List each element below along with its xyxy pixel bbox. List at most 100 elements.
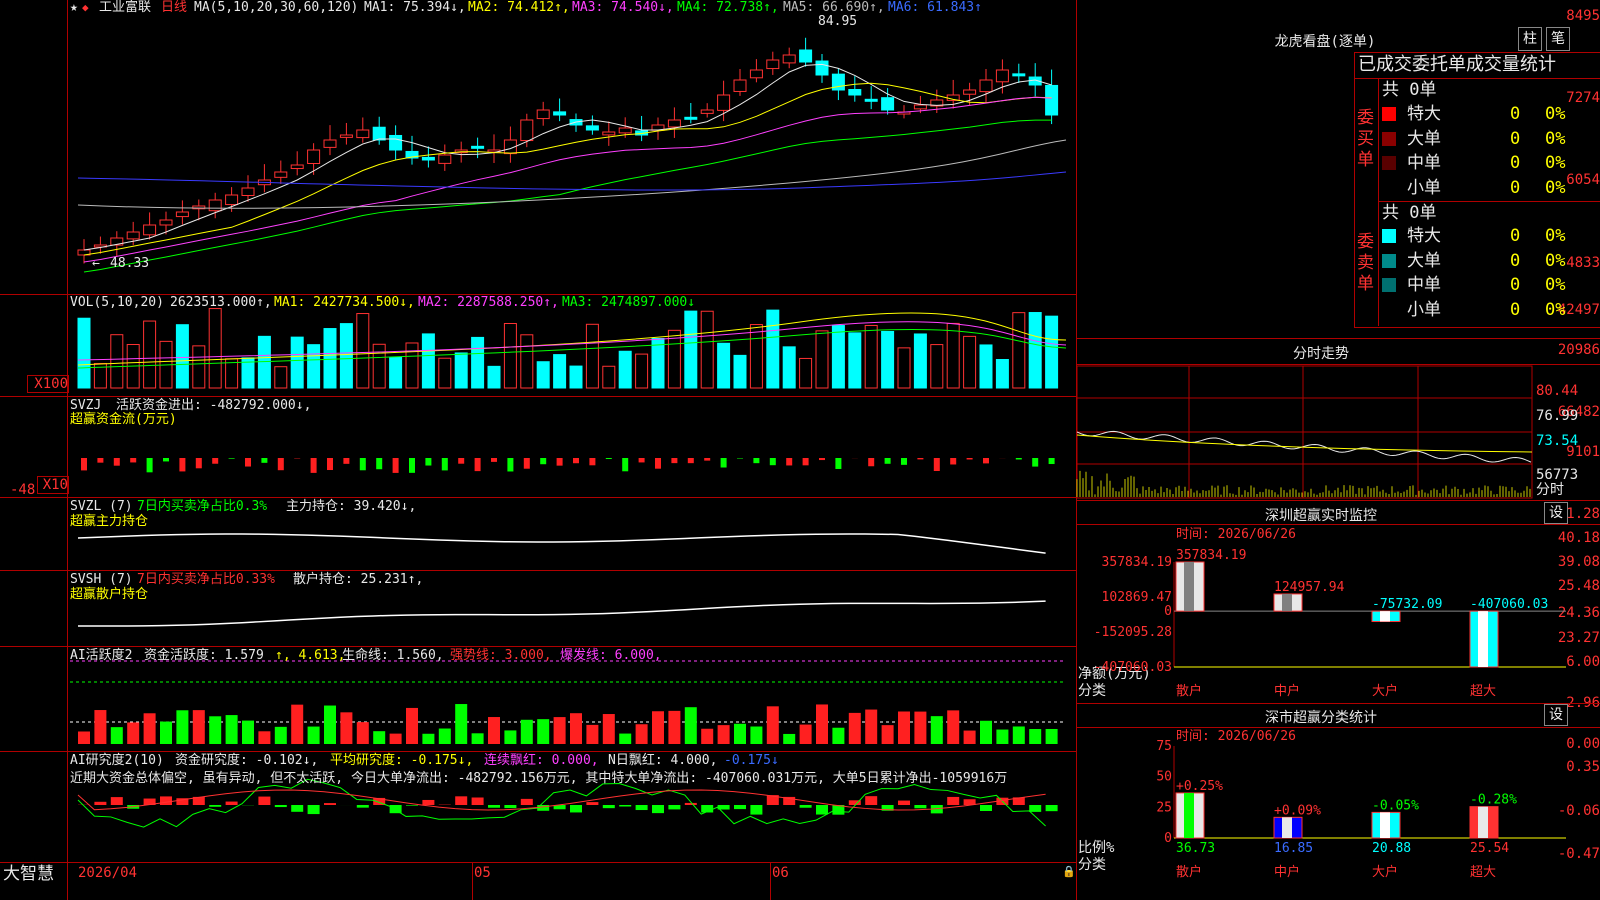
- legend-swatch: [1382, 278, 1396, 292]
- row-label: 中单: [1407, 153, 1441, 173]
- row-percent: 0%: [1545, 250, 1566, 271]
- rt-axis-label: -152095.28: [1094, 625, 1172, 640]
- volume-bar: [651, 337, 665, 389]
- ma2-value: MA2: 74.412↑,: [468, 0, 570, 15]
- volume-bar: [684, 310, 698, 389]
- research-bar: [684, 802, 697, 805]
- row-label: 特大: [1407, 226, 1441, 246]
- row-percent: 0%: [1545, 128, 1566, 149]
- row-percent: 0%: [1545, 177, 1566, 198]
- research-bar: [209, 805, 222, 807]
- flow-bar: [441, 458, 448, 471]
- ai-research-axis: -0.47: [1557, 846, 1600, 862]
- svsh-sub: 超赢散户持仓: [70, 587, 149, 602]
- tick-mode-button[interactable]: 笔: [1546, 27, 1570, 51]
- research-bar: [816, 805, 828, 815]
- activity-bar: [307, 726, 320, 744]
- volume-bar: [995, 359, 1009, 389]
- candle-body: [848, 89, 862, 96]
- research-bar: [668, 805, 681, 810]
- research-bar: [619, 805, 632, 807]
- volume-bar: [1028, 312, 1042, 389]
- research-bar: [455, 796, 468, 805]
- lock-icon[interactable]: 🔒: [1062, 864, 1076, 879]
- ma6-line: [77, 171, 1067, 191]
- flow-bar: [327, 458, 333, 471]
- flow-bar: [392, 458, 399, 473]
- flow-bar: [212, 458, 219, 464]
- row-count: 0: [1510, 128, 1521, 149]
- flow-bar: [884, 458, 891, 464]
- row-count: 0: [1510, 153, 1521, 173]
- candle-body: [553, 111, 567, 116]
- row-percent: 0%: [1545, 104, 1566, 124]
- cl-change-label: +0.25%: [1176, 779, 1223, 794]
- classify-time: 时间: 2026/06/26: [1176, 729, 1296, 744]
- activity-bar: [1045, 728, 1058, 744]
- row-label: 大单: [1407, 128, 1441, 149]
- legend-swatch: [1382, 253, 1396, 268]
- svzl-pos: 主力持仓: 39.420↓,: [286, 499, 417, 514]
- brand-logo[interactable]: 大智慧: [3, 864, 54, 884]
- realtime-title: 深圳超赢实时监控: [1265, 508, 1377, 524]
- candle-body: [913, 104, 927, 110]
- classify-settings-button[interactable]: 设: [1544, 704, 1568, 726]
- volume-bar: [1012, 312, 1026, 389]
- volume-bar: [110, 334, 124, 389]
- flow-bar: [409, 458, 415, 473]
- realtime-ylabel: 净额(万元): [1078, 666, 1151, 682]
- ai-active-axis: 6.00: [1566, 654, 1600, 670]
- ma2-line: [83, 82, 1052, 256]
- ai-research-nred: N日飘红: 4.000,: [608, 753, 718, 768]
- activity-bar: [160, 721, 172, 744]
- activity-bar: [225, 715, 238, 744]
- flow-bar: [589, 458, 596, 466]
- candle-body: [372, 126, 386, 141]
- ai-research-streak: 连续飘红: 0.000,: [484, 753, 599, 768]
- activity-bar: [848, 712, 861, 744]
- activity-bar: [963, 730, 976, 744]
- activity-bar: [94, 710, 107, 744]
- realtime-settings-button[interactable]: 设: [1544, 502, 1568, 524]
- candle-body: [782, 54, 796, 64]
- candle-body: [389, 134, 403, 151]
- sep-intraday: [1076, 364, 1600, 365]
- cl-change-label: +0.09%: [1274, 803, 1321, 818]
- rt-category: 超大: [1470, 684, 1496, 699]
- flow-bar: [425, 458, 432, 466]
- date-label: 2026/04: [78, 865, 138, 881]
- sep-intraday: [1076, 338, 1600, 339]
- volume-bar: [389, 356, 403, 389]
- volume-bar: [323, 328, 337, 389]
- research-bar: [570, 805, 582, 813]
- cl-value-label: 20.88: [1372, 841, 1411, 856]
- flow-bar: [802, 458, 809, 466]
- period-label[interactable]: 日线: [161, 0, 187, 15]
- lhb-title: 龙虎看盘(逐单): [1274, 34, 1376, 50]
- svsh-axis: 25.48: [1557, 578, 1600, 594]
- research-bar: [799, 805, 812, 808]
- candle-body: [864, 98, 878, 102]
- volume-bar: [208, 308, 222, 389]
- cl-bar: [1371, 811, 1401, 839]
- volume-bar: [930, 344, 944, 389]
- volume-bar: [700, 310, 714, 389]
- ma3-line: [83, 96, 1052, 263]
- date-label: 05: [474, 865, 491, 881]
- activity-bar: [471, 733, 484, 744]
- activity-bar: [340, 712, 353, 744]
- activity-bar: [209, 716, 222, 744]
- star-icon[interactable]: ★: [70, 0, 78, 15]
- activity-bar: [143, 713, 156, 744]
- column-mode-button[interactable]: 柱: [1518, 27, 1542, 51]
- rt-value-label: 124957.94: [1274, 580, 1345, 595]
- research-bar: [389, 805, 402, 814]
- rt-category: 散户: [1176, 683, 1202, 699]
- activity-bar: [520, 719, 533, 744]
- flow-bar: [901, 458, 907, 465]
- date-label: 06: [772, 865, 789, 881]
- ai-active-label: 资金活跃度: 1.579: [144, 648, 264, 663]
- volume-bar: [520, 334, 534, 389]
- flow-bar: [573, 458, 579, 464]
- rt-bar-shade: [1478, 611, 1488, 667]
